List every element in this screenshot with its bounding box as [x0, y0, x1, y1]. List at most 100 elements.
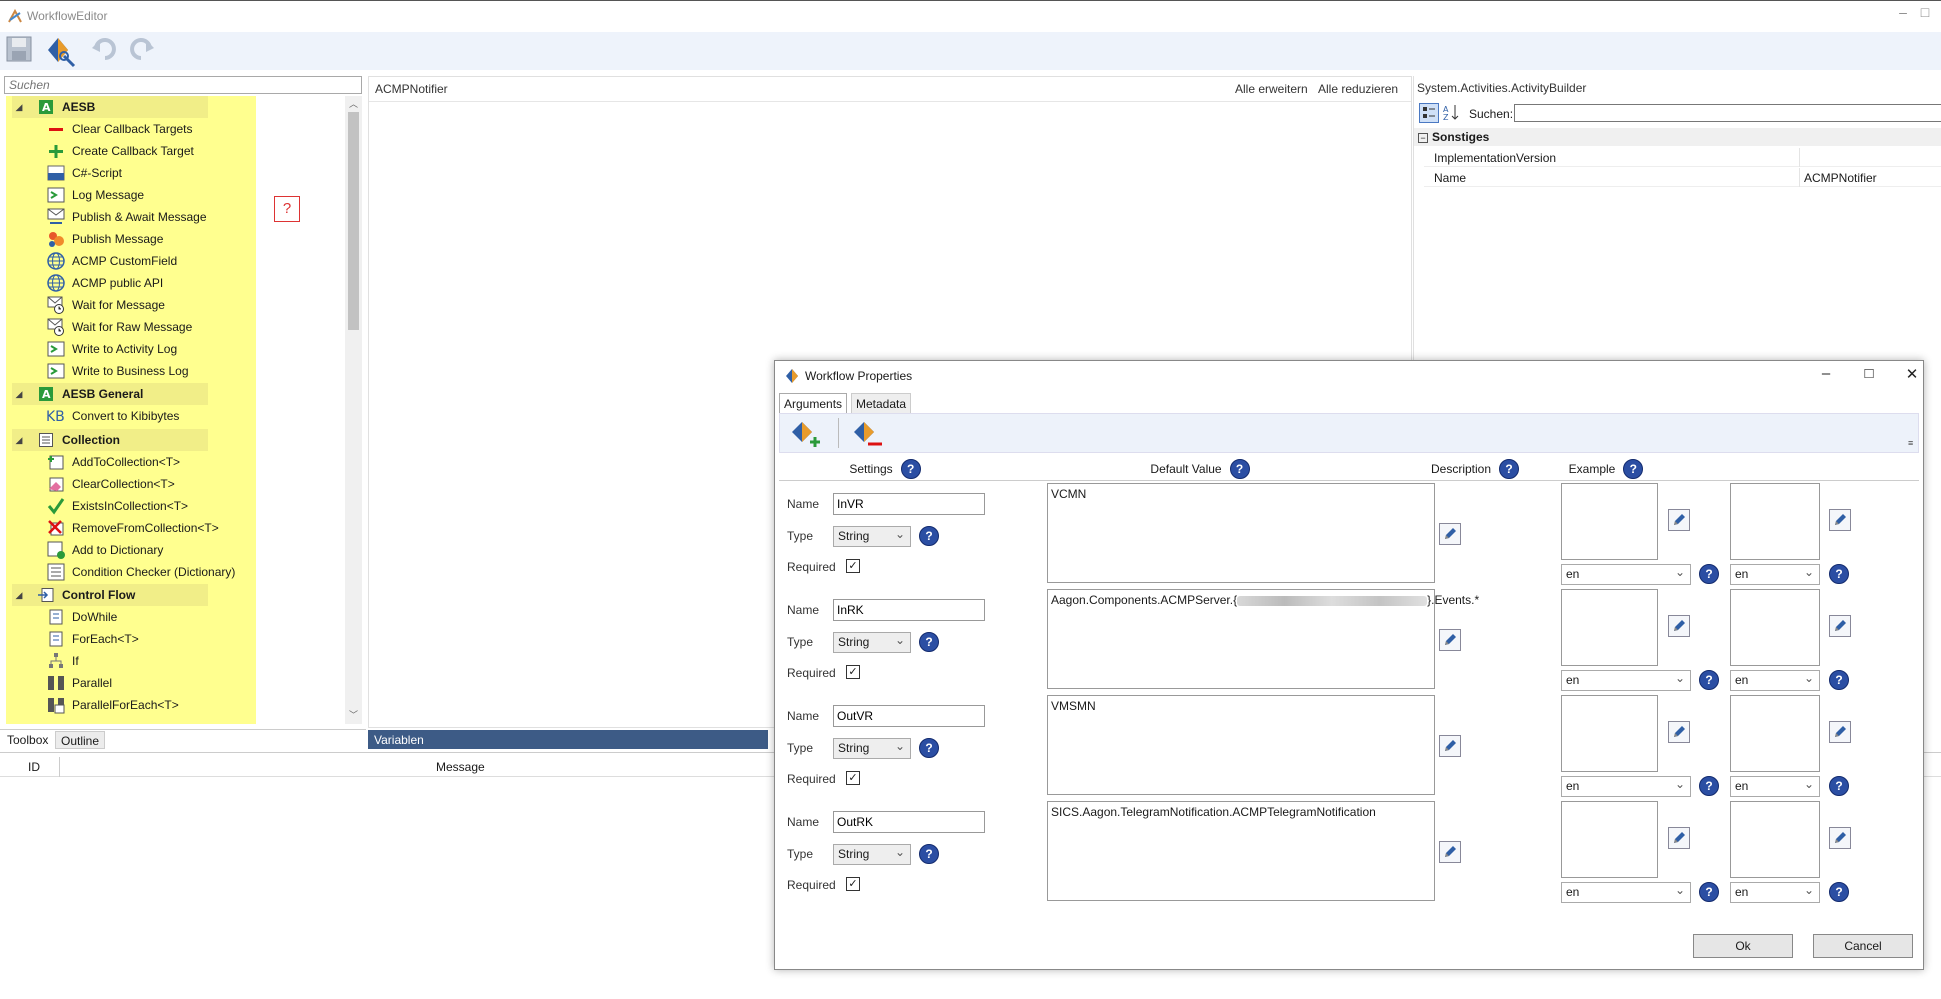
description-language-select[interactable]: en — [1561, 776, 1691, 797]
remove-argument-icon[interactable] — [850, 418, 882, 450]
toolbox-item-parallel-foreach[interactable]: ParallelForEach<T> — [46, 694, 179, 716]
help-icon[interactable]: ? — [919, 632, 939, 652]
scroll-down-icon[interactable]: ﹀ — [349, 708, 358, 721]
argument-name-input[interactable] — [833, 705, 985, 727]
required-checkbox[interactable]: ✓ — [846, 877, 860, 891]
workflow-properties-icon[interactable] — [44, 34, 78, 68]
help-icon[interactable]: ? — [1829, 776, 1849, 796]
collapse-arrow-icon[interactable]: ◢ — [12, 590, 26, 601]
property-row[interactable]: ImplementationVersion — [1424, 148, 1941, 167]
help-icon[interactable]: ? — [1699, 882, 1719, 902]
help-icon[interactable]: ? — [1699, 564, 1719, 584]
dialog-maximize-icon[interactable]: □ — [1854, 365, 1884, 385]
required-checkbox[interactable]: ✓ — [846, 665, 860, 679]
help-icon[interactable]: ? — [900, 459, 921, 479]
edit-example-pencil-icon[interactable] — [1829, 615, 1851, 637]
example-language-select[interactable]: en — [1730, 564, 1820, 585]
ok-button[interactable]: Ok — [1693, 934, 1793, 958]
toolbox-item-write-activity-log[interactable]: Write to Activity Log — [46, 338, 177, 360]
edit-description-pencil-icon[interactable] — [1668, 615, 1690, 637]
edit-example-pencil-icon[interactable] — [1829, 509, 1851, 531]
edit-description-pencil-icon[interactable] — [1668, 721, 1690, 743]
help-icon[interactable]: ? — [1829, 564, 1849, 584]
argument-type-select[interactable]: String — [833, 738, 911, 759]
toolbox-item-exists-in-collection[interactable]: ExistsInCollection<T> — [46, 495, 188, 517]
help-icon[interactable]: ? — [1699, 670, 1719, 690]
category-collection[interactable]: ◢ Collection — [12, 429, 208, 451]
dialog-close-icon[interactable]: ✕ — [1897, 365, 1927, 385]
toolbox-scrollbar[interactable]: ︿ ﹀ — [345, 96, 362, 724]
category-aesb-general[interactable]: ◢ A AESB General — [12, 383, 208, 405]
help-icon[interactable]: ? — [1623, 459, 1644, 479]
example-language-select[interactable]: en — [1730, 882, 1820, 903]
toolbox-item-convert-kibibytes[interactable]: KB Convert to Kibibytes — [46, 405, 179, 427]
argument-type-select[interactable]: String — [833, 526, 911, 547]
edit-description-pencil-icon[interactable] — [1668, 827, 1690, 849]
add-argument-icon[interactable] — [788, 418, 820, 450]
toolbox-item-wait-for-raw-message[interactable]: Wait for Raw Message — [46, 316, 192, 338]
toolbox-item-publish-await-message[interactable]: Publish & Await Message — [46, 206, 207, 228]
help-icon[interactable]: ? — [1829, 882, 1849, 902]
toolbox-item-csharp-script[interactable]: C#-Script — [46, 162, 122, 184]
toolbox-item-parallel[interactable]: Parallel — [46, 672, 112, 694]
required-checkbox[interactable]: ✓ — [846, 771, 860, 785]
description-language-select[interactable]: en — [1561, 670, 1691, 691]
toolbox-item-wait-for-message[interactable]: Wait for Message — [46, 294, 165, 316]
description-input[interactable] — [1561, 589, 1658, 666]
toolbox-item-add-to-dictionary[interactable]: Add to Dictionary — [46, 539, 163, 561]
edit-default-pencil-icon[interactable] — [1439, 629, 1461, 651]
example-input[interactable] — [1730, 801, 1820, 878]
edit-default-pencil-icon[interactable] — [1439, 735, 1461, 757]
help-icon[interactable]: ? — [919, 738, 939, 758]
edit-default-pencil-icon[interactable] — [1439, 523, 1461, 545]
description-input[interactable] — [1561, 695, 1658, 772]
alphabetical-sort-icon[interactable]: AZ — [1442, 103, 1462, 123]
minimize-icon[interactable]: – — [1893, 4, 1913, 26]
property-search-input[interactable] — [1514, 104, 1941, 122]
description-input[interactable] — [1561, 483, 1658, 560]
description-language-select[interactable]: en — [1561, 882, 1691, 903]
example-language-select[interactable]: en — [1730, 776, 1820, 797]
toolbox-search-input[interactable] — [4, 76, 362, 94]
tab-metadata[interactable]: Metadata — [851, 393, 912, 413]
toolbox-item-log-message[interactable]: Log Message — [46, 184, 144, 206]
collapse-all-link[interactable]: Alle reduzieren — [1318, 82, 1398, 96]
section-sonstiges[interactable]: − Sonstiges — [1414, 128, 1941, 146]
toolbox-item-if[interactable]: If — [46, 650, 79, 672]
toolbox-item-dowhile[interactable]: DoWhile — [46, 606, 117, 628]
categorized-sort-icon[interactable] — [1419, 103, 1439, 123]
toolbox-item-condition-checker[interactable]: Condition Checker (Dictionary) — [46, 561, 235, 583]
collapse-arrow-icon[interactable]: ◢ — [12, 435, 26, 446]
argument-name-input[interactable] — [833, 493, 985, 515]
toolbox-item-foreach[interactable]: ForEach<T> — [46, 628, 139, 650]
default-value-input[interactable]: Aagon.Components.ACMPServer.{}.Events.* — [1047, 589, 1479, 689]
toolbar-overflow-icon[interactable]: ≡ — [1908, 438, 1913, 448]
column-message[interactable]: Message — [436, 760, 485, 774]
toolbox-item-publish-message[interactable]: Publish Message — [46, 228, 163, 250]
argument-type-select[interactable]: String — [833, 632, 911, 653]
category-control-flow[interactable]: ◢ Control Flow — [12, 584, 208, 606]
category-aesb[interactable]: ◢ A AESB — [12, 96, 208, 118]
description-language-select[interactable]: en — [1561, 564, 1691, 585]
help-icon[interactable]: ? — [1229, 459, 1250, 479]
toolbox-item-remove-from-collection[interactable]: RemoveFromCollection<T> — [46, 517, 219, 539]
toolbox-item-acmp-customfield[interactable]: ACMP CustomField — [46, 250, 177, 272]
edit-example-pencil-icon[interactable] — [1829, 721, 1851, 743]
default-value-input[interactable]: SICS.Aagon.TelegramNotification.ACMPTele… — [1047, 801, 1435, 901]
example-language-select[interactable]: en — [1730, 670, 1820, 691]
example-input[interactable] — [1730, 695, 1820, 772]
expand-all-link[interactable]: Alle erweitern — [1235, 82, 1308, 96]
property-value[interactable]: ACMPNotifier — [1804, 171, 1877, 185]
toolbox-item-clear-callback-targets[interactable]: Clear Callback Targets — [46, 118, 193, 140]
redo-icon[interactable] — [126, 34, 160, 68]
missing-item-help-icon[interactable]: ? — [274, 196, 300, 222]
tab-toolbox[interactable]: Toolbox — [2, 731, 54, 749]
scrollbar-thumb[interactable] — [348, 112, 359, 330]
collapse-arrow-icon[interactable]: ◢ — [12, 389, 26, 400]
edit-default-pencil-icon[interactable] — [1439, 841, 1461, 863]
dialog-minimize-icon[interactable]: – — [1811, 365, 1841, 385]
edit-example-pencil-icon[interactable] — [1829, 827, 1851, 849]
toolbox-item-add-to-collection[interactable]: AddToCollection<T> — [46, 451, 180, 473]
scroll-up-icon[interactable]: ︿ — [349, 97, 358, 110]
collapse-arrow-icon[interactable]: ◢ — [12, 102, 26, 113]
